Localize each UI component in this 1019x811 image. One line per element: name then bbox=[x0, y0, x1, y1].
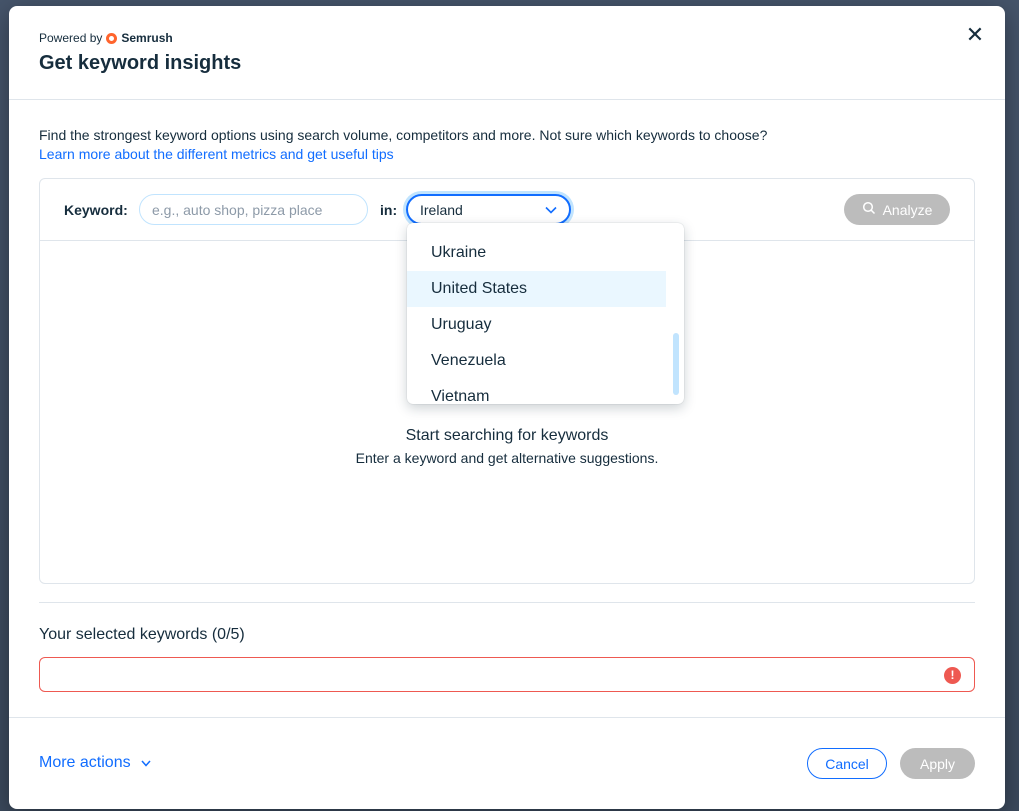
powered-by-label: Powered by bbox=[39, 31, 103, 45]
chevron-down-icon bbox=[545, 203, 557, 217]
country-option[interactable]: United States bbox=[407, 271, 666, 307]
analyze-label: Analyze bbox=[882, 201, 933, 218]
keyword-label: Keyword: bbox=[64, 202, 128, 218]
close-icon[interactable]: ✕ bbox=[963, 23, 987, 47]
country-option[interactable]: Uruguay bbox=[407, 307, 666, 343]
section-divider bbox=[39, 602, 975, 603]
powered-by: Powered by Semrush bbox=[39, 31, 173, 45]
country-option[interactable]: Vietnam bbox=[407, 379, 666, 404]
cancel-button[interactable]: Cancel bbox=[807, 748, 887, 779]
modal-header: Powered by Semrush Get keyword insights … bbox=[9, 6, 1005, 100]
error-icon: ! bbox=[944, 667, 961, 684]
description-text: Find the strongest keyword options using… bbox=[39, 127, 768, 143]
semrush-logo-icon bbox=[106, 32, 118, 44]
modal-title: Get keyword insights bbox=[39, 52, 242, 74]
learn-more-link[interactable]: Learn more about the different metrics a… bbox=[39, 145, 767, 164]
country-option[interactable]: Venezuela bbox=[407, 343, 666, 379]
country-dropdown[interactable]: Ukraine United States Uruguay Venezuela … bbox=[407, 223, 684, 404]
empty-state-title: Start searching for keywords bbox=[405, 427, 609, 444]
dropdown-scrollbar[interactable] bbox=[673, 333, 679, 395]
keyword-input[interactable] bbox=[139, 194, 368, 225]
chevron-down-icon bbox=[141, 754, 151, 772]
apply-button[interactable]: Apply bbox=[900, 748, 975, 779]
empty-state-subtitle: Enter a keyword and get alternative sugg… bbox=[355, 450, 659, 466]
modal-footer: More actions Cancel Apply bbox=[9, 717, 1005, 809]
more-actions-label: More actions bbox=[39, 754, 131, 771]
country-select-value: Ireland bbox=[420, 201, 463, 218]
country-option[interactable]: Ukraine bbox=[407, 235, 666, 271]
selected-keywords-field[interactable]: ! bbox=[39, 657, 975, 692]
description: Find the strongest keyword options using… bbox=[39, 126, 767, 164]
more-actions-button[interactable]: More actions bbox=[39, 754, 151, 772]
in-label: in: bbox=[380, 202, 398, 218]
analyze-button[interactable]: Analyze bbox=[844, 194, 950, 225]
search-icon bbox=[862, 201, 876, 218]
keyword-insights-modal: Powered by Semrush Get keyword insights … bbox=[9, 6, 1005, 809]
country-options-list: Ukraine United States Uruguay Venezuela … bbox=[407, 235, 666, 404]
selected-keywords-label: Your selected keywords (0/5) bbox=[39, 626, 245, 643]
semrush-brand: Semrush bbox=[121, 31, 173, 45]
country-select[interactable]: Ireland bbox=[406, 194, 571, 225]
